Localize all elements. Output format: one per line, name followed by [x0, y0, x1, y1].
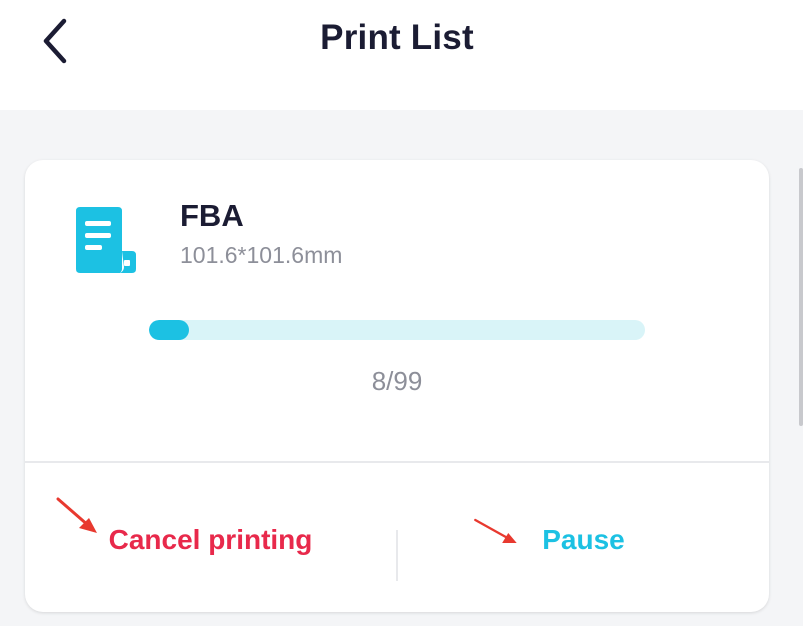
annotation-arrow-icon: [56, 497, 97, 533]
pause-button[interactable]: Pause: [398, 463, 769, 612]
progress-bar: [149, 320, 645, 340]
header-bar: Print List: [0, 0, 803, 110]
progress-count: 8/99: [371, 366, 423, 396]
scrollbar[interactable]: [799, 168, 803, 426]
progress-fill: [149, 320, 190, 340]
job-name: FBA: [180, 198, 244, 233]
document-icon: [76, 207, 136, 273]
job-size: 101.6*101.6mm: [180, 242, 343, 268]
page-title: Print List: [320, 18, 474, 57]
annotation-arrow-icon: [474, 518, 517, 543]
print-job-card: FBA 101.6*101.6mm 8/99 Cancel printing P…: [25, 160, 769, 612]
cancel-printing-button[interactable]: Cancel printing: [25, 463, 396, 612]
